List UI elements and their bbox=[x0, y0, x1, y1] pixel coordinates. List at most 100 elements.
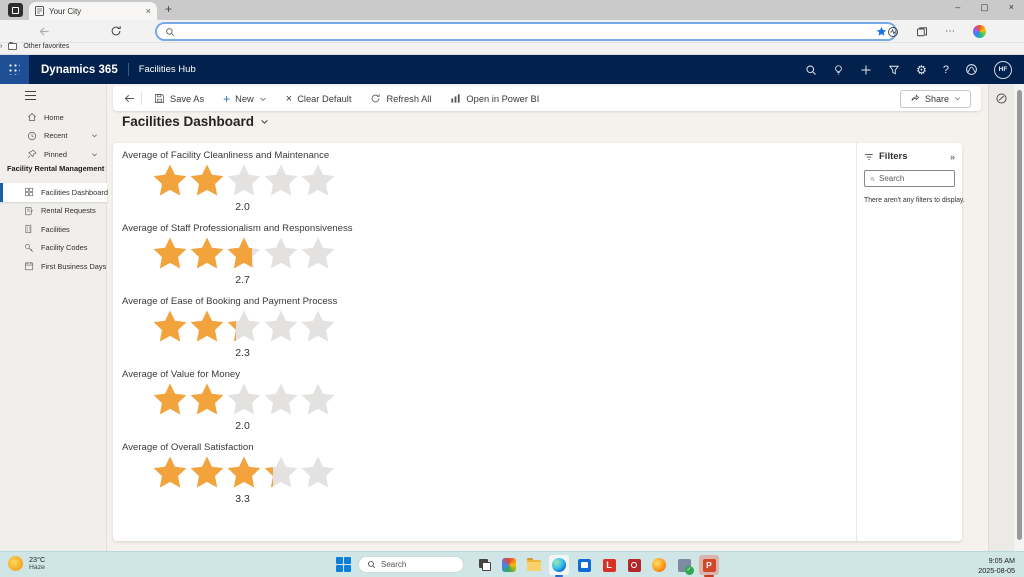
chevron-down-icon[interactable] bbox=[91, 132, 98, 139]
edge-icon[interactable] bbox=[549, 555, 569, 575]
app-check-icon[interactable] bbox=[674, 555, 694, 575]
presence-icon[interactable] bbox=[965, 63, 978, 76]
hamburger-icon[interactable] bbox=[25, 91, 36, 100]
help-icon[interactable]: ? bbox=[943, 64, 949, 76]
tab-close-icon[interactable]: × bbox=[146, 6, 151, 16]
file-explorer-icon[interactable] bbox=[524, 555, 544, 575]
share-button[interactable]: Share bbox=[900, 90, 971, 108]
firefox-icon[interactable] bbox=[649, 555, 669, 575]
copilot-icon[interactable] bbox=[995, 92, 1008, 105]
app-name[interactable]: Facilities Hub bbox=[139, 64, 196, 75]
power-bi-icon bbox=[450, 93, 461, 104]
clock-icon bbox=[27, 131, 37, 141]
sidebar-item-facilities-dashboard[interactable]: Facilities Dashboard bbox=[0, 183, 107, 202]
star bbox=[298, 162, 338, 199]
media-app-icon[interactable] bbox=[499, 555, 519, 575]
search-icon[interactable] bbox=[805, 64, 817, 76]
scrollbar[interactable] bbox=[1015, 84, 1024, 551]
scrollbar-thumb[interactable] bbox=[1017, 90, 1022, 540]
favorite-star-icon[interactable] bbox=[876, 26, 887, 37]
star bbox=[187, 308, 227, 345]
page-title[interactable]: Facilities Dashboard bbox=[122, 114, 269, 129]
d365-brand[interactable]: Dynamics 365 bbox=[41, 64, 118, 76]
save-as-button[interactable]: Save As bbox=[147, 86, 211, 111]
taskbar-weather[interactable]: 23°C Haze bbox=[8, 555, 45, 571]
star bbox=[187, 235, 227, 272]
task-view-icon[interactable] bbox=[474, 555, 494, 575]
browser-tab-strip: Your City × + – ▢ × bbox=[0, 0, 1024, 20]
browser-essentials-icon[interactable] bbox=[887, 26, 899, 38]
copilot-icon[interactable] bbox=[973, 25, 986, 38]
star bbox=[298, 235, 338, 272]
clear-default-button[interactable]: × Clear Default bbox=[279, 86, 359, 111]
home-icon bbox=[27, 112, 37, 122]
plus-icon[interactable] bbox=[860, 64, 872, 76]
sidebar-item-facilities[interactable]: Facilities bbox=[0, 220, 107, 239]
sidebar-item-facility-codes[interactable]: Facility Codes bbox=[0, 239, 107, 258]
collapse-panel-icon[interactable]: » bbox=[950, 152, 955, 162]
filters-search-box[interactable] bbox=[864, 170, 955, 187]
taskbar-search-label: Search bbox=[381, 560, 406, 569]
star bbox=[224, 162, 264, 199]
open-in-power-bi-button[interactable]: Open in Power BI bbox=[443, 86, 546, 111]
chevron-down-icon[interactable] bbox=[260, 117, 269, 126]
filter-icon[interactable] bbox=[888, 64, 900, 76]
filters-empty-message: There aren't any filters to display. bbox=[864, 197, 955, 204]
favorites-chevron-icon[interactable]: › bbox=[0, 43, 2, 50]
clock-date: 2025-08-05 bbox=[978, 566, 1015, 576]
store-icon[interactable] bbox=[574, 555, 594, 575]
sidebar-item-recent[interactable]: Recent bbox=[0, 127, 107, 146]
lightbulb-icon[interactable] bbox=[833, 64, 844, 76]
workspaces-icon[interactable] bbox=[8, 3, 23, 17]
filter-icon bbox=[864, 152, 874, 162]
taskbar-clock[interactable]: 9:05 AM 2025-08-05 bbox=[978, 556, 1015, 576]
share-icon bbox=[910, 94, 920, 104]
filters-search-input[interactable] bbox=[879, 174, 949, 183]
tab-title: Your City bbox=[49, 7, 141, 16]
refresh-icon[interactable] bbox=[110, 25, 122, 37]
dashboard-icon bbox=[24, 187, 34, 197]
chevron-down-icon[interactable] bbox=[91, 151, 98, 158]
star bbox=[150, 308, 190, 345]
header-divider bbox=[128, 63, 129, 76]
window-close-button[interactable]: × bbox=[1009, 2, 1014, 13]
browser-tab[interactable]: Your City × bbox=[29, 2, 157, 20]
avatar[interactable]: HF bbox=[994, 61, 1012, 79]
powerpoint-icon[interactable]: P bbox=[699, 555, 719, 575]
refresh-all-button[interactable]: Refresh All bbox=[363, 86, 438, 111]
sidebar-item-home[interactable]: Home bbox=[0, 108, 107, 127]
back-icon[interactable] bbox=[38, 25, 51, 38]
back-icon[interactable] bbox=[123, 92, 136, 105]
taskbar: 23°C Haze Search L P 9:05 AM 2025-08-05 bbox=[0, 551, 1024, 577]
address-input[interactable] bbox=[181, 27, 870, 36]
app-red-icon[interactable] bbox=[624, 555, 644, 575]
rating-value: 2.0 bbox=[150, 420, 335, 432]
weather-desc: Haze bbox=[29, 564, 45, 571]
ratings-area: Average of Facility Cleanliness and Main… bbox=[113, 143, 856, 541]
new-tab-button[interactable]: + bbox=[165, 2, 172, 16]
star-rating bbox=[150, 381, 335, 418]
window-maximize-button[interactable]: ▢ bbox=[980, 2, 989, 13]
chevron-down-icon bbox=[954, 95, 961, 102]
sidebar-item-pinned[interactable]: Pinned bbox=[0, 145, 107, 164]
app-l-icon[interactable]: L bbox=[599, 555, 619, 575]
browser-toolbar: ⋯ bbox=[0, 20, 1024, 43]
other-favorites-label[interactable]: Other favorites bbox=[23, 43, 69, 50]
collections-icon[interactable] bbox=[916, 26, 928, 38]
star bbox=[224, 308, 264, 345]
gear-icon[interactable]: ⚙ bbox=[916, 64, 927, 76]
star bbox=[187, 381, 227, 418]
taskbar-search[interactable]: Search bbox=[358, 556, 464, 573]
more-icon[interactable]: ⋯ bbox=[945, 26, 956, 37]
start-button[interactable] bbox=[336, 557, 351, 572]
rating-value: 2.0 bbox=[150, 201, 335, 213]
app-launcher-icon[interactable] bbox=[0, 55, 29, 84]
rating-value: 3.3 bbox=[150, 493, 335, 505]
sidebar-item-first-business-days[interactable]: First Business Days bbox=[0, 257, 107, 276]
new-button[interactable]: + New bbox=[216, 86, 274, 111]
building-icon bbox=[24, 224, 34, 234]
address-bar[interactable] bbox=[155, 22, 897, 41]
window-minimize-button[interactable]: – bbox=[955, 2, 960, 13]
star bbox=[298, 454, 338, 491]
sidebar-item-rental-requests[interactable]: Rental Requests bbox=[0, 202, 107, 221]
